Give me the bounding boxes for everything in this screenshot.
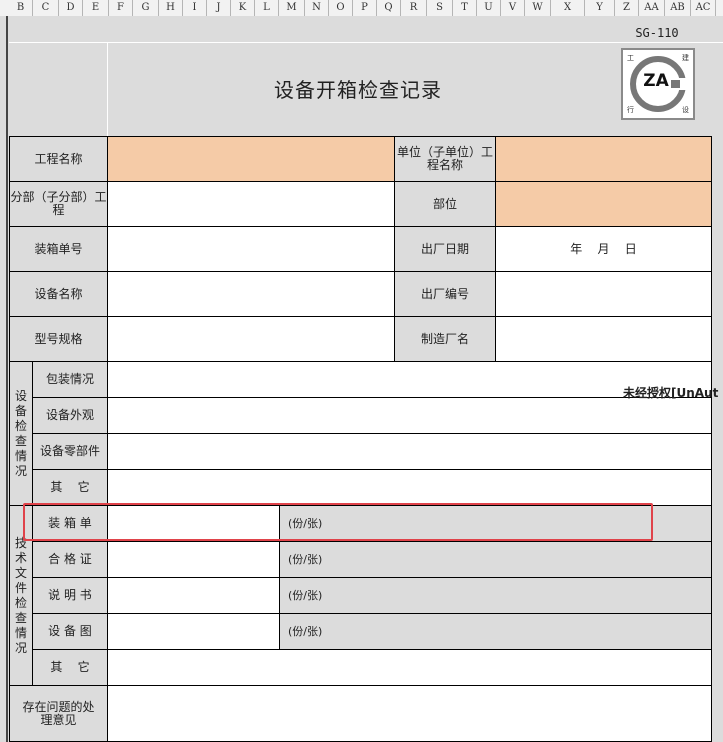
- column-header-i[interactable]: I: [183, 0, 207, 16]
- column-header-bar: B C D E F G H I J K L M N O P Q R S T U V W X Y Z AA AB AC: [0, 0, 723, 17]
- doc-drawing-count[interactable]: [107, 613, 280, 650]
- check-parts-label: 设备零部件: [32, 433, 108, 470]
- logo-corner-tl: 工: [627, 54, 634, 62]
- device-check-group-label: 设备检查情况: [9, 361, 33, 506]
- column-header-aa[interactable]: AA: [639, 0, 665, 16]
- project-name-label: 工程名称: [9, 136, 108, 182]
- doc-manual-count[interactable]: [107, 577, 280, 614]
- worksheet[interactable]: SG-110 设备开箱检查记录 ZA 工 建 行 设 工程名称 单位（子单位）工…: [9, 16, 723, 742]
- column-header-w[interactable]: W: [525, 0, 551, 16]
- check-other-label: 其 它: [32, 469, 108, 506]
- position-label: 部位: [394, 181, 496, 227]
- issue-label: 存在问题的处理意见: [9, 685, 108, 742]
- form-code: SG-110: [635, 26, 679, 40]
- check-other-input[interactable]: [107, 469, 712, 506]
- column-header-o[interactable]: O: [329, 0, 353, 16]
- doc-check-group-text: 技术文件检查情况: [15, 535, 28, 655]
- doc-drawing-unit: (份/张): [279, 613, 712, 650]
- column-header-t[interactable]: T: [453, 0, 477, 16]
- column-header-y[interactable]: Y: [585, 0, 615, 16]
- manufacturer-label: 制造厂名: [394, 316, 496, 362]
- column-header-n[interactable]: N: [305, 0, 329, 16]
- unit-project-input[interactable]: [495, 136, 712, 182]
- check-parts-input[interactable]: [107, 433, 712, 470]
- column-header-s[interactable]: S: [427, 0, 453, 16]
- check-appearance-label: 设备外观: [32, 397, 108, 434]
- column-header-b[interactable]: B: [9, 0, 33, 16]
- column-header-ac[interactable]: AC: [691, 0, 716, 16]
- model-label: 型号规格: [9, 316, 108, 362]
- sub-project-input[interactable]: [107, 181, 395, 227]
- doc-manual-unit: (份/张): [279, 577, 712, 614]
- model-input[interactable]: [107, 316, 395, 362]
- column-header-r[interactable]: R: [401, 0, 427, 16]
- check-appearance-input[interactable]: [107, 397, 712, 434]
- column-header-z[interactable]: Z: [615, 0, 639, 16]
- sub-project-label: 分部（子分部）工程: [9, 181, 108, 227]
- factory-no-label: 出厂编号: [394, 271, 496, 317]
- doc-certificate-unit: (份/张): [279, 541, 712, 578]
- doc-drawing-label: 设 备 图: [32, 613, 108, 650]
- packing-no-label: 装箱单号: [9, 226, 108, 272]
- header-rule: [9, 42, 723, 43]
- logo-corner-bl: 行: [627, 106, 634, 114]
- factory-date-label: 出厂日期: [394, 226, 496, 272]
- device-name-input[interactable]: [107, 271, 395, 317]
- column-header-ab[interactable]: AB: [665, 0, 691, 16]
- column-header-g[interactable]: G: [133, 0, 159, 16]
- check-packing-input[interactable]: [107, 361, 712, 398]
- column-header-f[interactable]: F: [109, 0, 133, 16]
- factory-date-input[interactable]: 年 月 日: [495, 226, 712, 272]
- doc-manual-label: 说 明 书: [32, 577, 108, 614]
- unit-project-label: 单位（子单位）工程名称: [394, 136, 496, 182]
- doc-other-label: 其 它: [32, 649, 108, 686]
- column-header-v[interactable]: V: [501, 0, 525, 16]
- column-header-u[interactable]: U: [477, 0, 501, 16]
- logo-text: ZA: [643, 71, 669, 91]
- column-header-q[interactable]: Q: [377, 0, 401, 16]
- column-header-d[interactable]: D: [59, 0, 83, 16]
- column-header-m[interactable]: M: [279, 0, 305, 16]
- logo-corner-tr: 建: [682, 54, 689, 62]
- column-header-p[interactable]: P: [353, 0, 377, 16]
- watermark-text: 未经授权[UnAut: [623, 386, 719, 400]
- position-input[interactable]: [495, 181, 712, 227]
- frozen-pane-line: [6, 16, 8, 742]
- manufacturer-input[interactable]: [495, 316, 712, 362]
- column-header-j[interactable]: J: [207, 0, 231, 16]
- page-title: 设备开箱检查记录: [274, 77, 442, 102]
- company-logo: ZA 工 建 行 设: [621, 48, 695, 120]
- device-check-group-text: 设备检查情况: [15, 388, 28, 478]
- column-header-h[interactable]: H: [159, 0, 183, 16]
- column-header-c[interactable]: C: [33, 0, 59, 16]
- doc-certificate-label: 合 格 证: [32, 541, 108, 578]
- logo-corner-br: 设: [682, 106, 689, 114]
- check-packing-label: 包装情况: [32, 361, 108, 398]
- column-header-l[interactable]: L: [255, 0, 279, 16]
- doc-other-input[interactable]: [107, 649, 712, 686]
- packing-no-input[interactable]: [107, 226, 395, 272]
- device-name-label: 设备名称: [9, 271, 108, 317]
- doc-certificate-count[interactable]: [107, 541, 280, 578]
- factory-no-input[interactable]: [495, 271, 712, 317]
- column-header-k[interactable]: K: [231, 0, 255, 16]
- highlight-box: [23, 503, 653, 541]
- column-header-e[interactable]: E: [83, 0, 109, 16]
- issue-input[interactable]: [107, 685, 712, 742]
- project-name-input[interactable]: [107, 136, 395, 182]
- column-header-x[interactable]: X: [551, 0, 585, 16]
